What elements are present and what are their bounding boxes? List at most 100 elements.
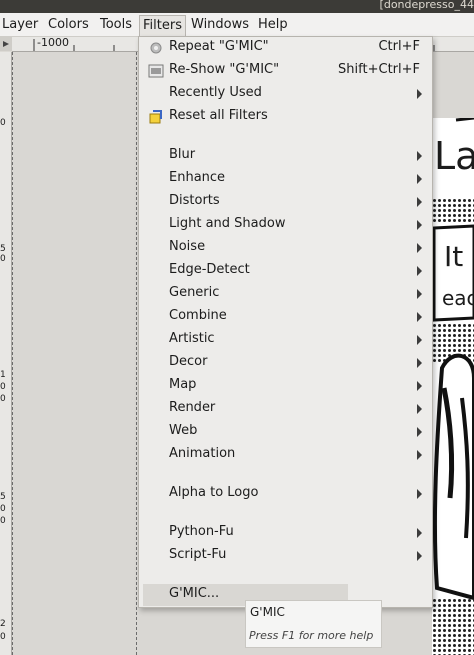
menu-item-label: Alpha to Logo	[169, 485, 259, 500]
submenu-arrow-icon	[417, 243, 422, 253]
submenu-arrow-icon	[417, 358, 422, 368]
menubar: Layer Colors Tools Filters Windows Help	[0, 13, 474, 37]
tooltip-help: Press F1 for more help	[249, 629, 374, 642]
menu-item-noise[interactable]: Noise	[139, 237, 432, 259]
submenu-arrow-icon	[417, 312, 422, 322]
menu-item-combine[interactable]: Combine	[139, 306, 432, 328]
comic-speech-text-2: eac	[442, 286, 474, 310]
menu-item-render[interactable]: Render	[139, 398, 432, 420]
tooltip: G'MIC Press F1 for more help	[245, 600, 382, 648]
menu-item-label: Script-Fu	[169, 547, 227, 562]
guide-line	[12, 52, 13, 655]
menu-item-reset-filters[interactable]: Reset all Filters	[139, 106, 432, 128]
submenu-arrow-icon	[417, 528, 422, 538]
vertical-ruler[interactable]: 0 5 0 1 0 0 5 0 0 2 0	[0, 52, 12, 655]
comic-speech-text: It	[444, 240, 464, 273]
menu-item-map[interactable]: Map	[139, 375, 432, 397]
menu-layer[interactable]: Layer	[2, 17, 38, 32]
menu-windows[interactable]: Windows	[191, 17, 249, 32]
ruler-left-label: 0	[0, 254, 6, 264]
menu-item-label: Recently Used	[169, 85, 262, 100]
menu-item-recently-used[interactable]: Recently Used	[139, 83, 432, 105]
menu-item-web[interactable]: Web	[139, 421, 432, 443]
reset-icon	[149, 110, 162, 124]
submenu-arrow-icon	[417, 89, 422, 99]
menu-item-script-fu[interactable]: Script-Fu	[139, 545, 432, 567]
menu-item-enhance[interactable]: Enhance	[139, 168, 432, 190]
menu-item-reshow[interactable]: Re-Show "G'MIC" Shift+Ctrl+F	[139, 60, 432, 82]
menu-item-alpha-to-logo[interactable]: Alpha to Logo	[139, 483, 432, 505]
menu-item-label: Light and Shadow	[169, 216, 286, 231]
comic-title-text: La	[434, 134, 474, 178]
repeat-icon	[150, 42, 162, 54]
submenu-arrow-icon	[417, 450, 422, 460]
ruler-top-label: -1000	[37, 36, 69, 49]
submenu-arrow-icon	[417, 404, 422, 414]
menu-item-label: Generic	[169, 285, 220, 300]
menu-item-artistic[interactable]: Artistic	[139, 329, 432, 351]
filters-menu: Repeat "G'MIC" Ctrl+F Re-Show "G'MIC" Sh…	[138, 36, 433, 608]
ruler-left-label: 0	[0, 516, 6, 526]
menu-colors[interactable]: Colors	[48, 17, 89, 32]
triangle-right-icon	[3, 41, 9, 47]
window-titlebar: [dondepresso_44	[0, 0, 474, 13]
ruler-left-label: 0	[0, 382, 6, 392]
menu-item-label: Map	[169, 377, 197, 392]
menu-item-decor[interactable]: Decor	[139, 352, 432, 374]
menu-item-label: Python-Fu	[169, 524, 234, 539]
ruler-left-label: 5	[0, 492, 6, 502]
menu-item-blur[interactable]: Blur	[139, 145, 432, 167]
menu-item-label: Combine	[169, 308, 227, 323]
ruler-left-label: 1	[0, 370, 6, 380]
menu-item-label: G'MIC...	[169, 586, 220, 601]
ruler-left-label: 2	[0, 619, 6, 629]
shortcut-label: Ctrl+F	[378, 39, 420, 54]
submenu-arrow-icon	[417, 174, 422, 184]
menu-item-label: Animation	[169, 446, 236, 461]
menu-item-label: Noise	[169, 239, 206, 254]
submenu-arrow-icon	[417, 427, 422, 437]
submenu-arrow-icon	[417, 220, 422, 230]
submenu-arrow-icon	[417, 197, 422, 207]
ruler-left-label: 5	[0, 244, 6, 254]
submenu-arrow-icon	[417, 381, 422, 391]
submenu-arrow-icon	[417, 489, 422, 499]
menu-item-animation[interactable]: Animation	[139, 444, 432, 466]
menu-item-edge-detect[interactable]: Edge-Detect	[139, 260, 432, 282]
menu-item-label: Decor	[169, 354, 208, 369]
menu-item-label: Repeat "G'MIC"	[169, 39, 269, 54]
ruler-left-label: 0	[0, 504, 6, 514]
menu-item-label: Distorts	[169, 193, 220, 208]
menu-item-label: Enhance	[169, 170, 226, 185]
menu-item-label: Reset all Filters	[169, 108, 268, 123]
menu-item-repeat[interactable]: Repeat "G'MIC" Ctrl+F	[139, 37, 432, 59]
menu-item-label: Re-Show "G'MIC"	[169, 62, 280, 77]
menu-tools[interactable]: Tools	[100, 17, 132, 32]
tooltip-title: G'MIC	[250, 605, 285, 619]
submenu-arrow-icon	[417, 151, 422, 161]
submenu-arrow-icon	[417, 266, 422, 276]
ruler-left-label: 0	[0, 632, 6, 642]
menu-item-python-fu[interactable]: Python-Fu	[139, 522, 432, 544]
guide-line	[136, 52, 137, 655]
submenu-arrow-icon	[417, 289, 422, 299]
menu-help[interactable]: Help	[258, 17, 288, 32]
comic-image[interactable]: La It eac	[432, 118, 474, 655]
menu-item-label: Edge-Detect	[169, 262, 250, 277]
menu-item-light-and-shadow[interactable]: Light and Shadow	[139, 214, 432, 236]
submenu-arrow-icon	[417, 551, 422, 561]
shortcut-label: Shift+Ctrl+F	[338, 62, 420, 77]
comic-artwork	[432, 118, 474, 655]
ruler-left-label: 0	[0, 394, 6, 404]
submenu-arrow-icon	[417, 335, 422, 345]
menu-filters[interactable]: Filters	[139, 15, 186, 36]
menu-item-label: Artistic	[169, 331, 215, 346]
reshow-icon	[148, 64, 164, 78]
menu-item-label: Blur	[169, 147, 196, 162]
window-title: [dondepresso_44	[379, 0, 474, 11]
ruler-left-label: 0	[0, 118, 6, 128]
menu-item-label: Web	[169, 423, 198, 438]
menu-item-generic[interactable]: Generic	[139, 283, 432, 305]
menu-item-distorts[interactable]: Distorts	[139, 191, 432, 213]
menu-item-label: Render	[169, 400, 216, 415]
